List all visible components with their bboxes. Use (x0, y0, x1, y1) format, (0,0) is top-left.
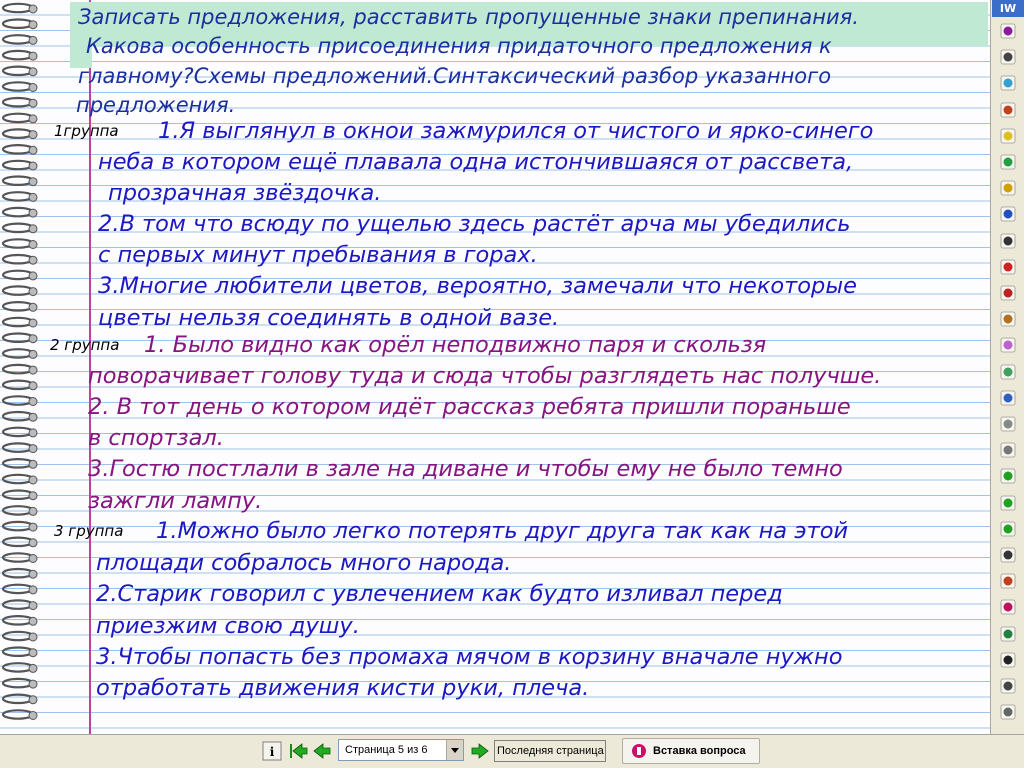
info-icon[interactable]: i (262, 740, 282, 762)
group-2-line-5: 3.Гостю постлали в зале на диване и чтоб… (88, 456, 843, 482)
group-3-line-1: 1.Можно было легко потерять друг друга т… (156, 518, 849, 544)
fill-icon[interactable] (999, 205, 1017, 223)
group-2-line-1: 1. Было видно как орёл неподвижно паря и… (144, 332, 767, 358)
pen-icon[interactable] (999, 22, 1017, 40)
blank-page-icon[interactable] (999, 415, 1017, 433)
bottom-navigation-bar: i Страница 5 из 6 Последняя страница Вст… (0, 734, 1024, 768)
undo-icon[interactable] (999, 258, 1017, 276)
notebook-spiral-binding (1, 2, 38, 720)
group-2-line-2: поворачивает голову туда и сюда чтобы ра… (88, 363, 882, 389)
stamp-icon[interactable] (999, 310, 1017, 328)
group-3-label: 3 группа (54, 522, 124, 540)
page-select-value: Страница 5 из 6 (345, 744, 428, 756)
group-1-line-2: неба в котором ещё плавала одна истончив… (98, 149, 854, 175)
reveal-icon[interactable] (999, 467, 1017, 485)
highlighter-icon[interactable] (999, 127, 1017, 145)
previous-page-icon[interactable] (312, 740, 332, 762)
group-1-line-1: 1.Я выглянул в окнои зажмурился от чисто… (158, 118, 874, 144)
group-3-line-3: 2.Старик говорил с увлечением как будто … (96, 581, 783, 607)
group-1-line-5: с первых минут пребывания в горах. (98, 242, 538, 268)
zoom-icon[interactable] (999, 389, 1017, 407)
insert-question-button[interactable]: Вставка вопроса (622, 738, 760, 764)
group-1-line-7: цветы нельзя соединять в одной вазе. (98, 305, 560, 331)
more-icon[interactable] (999, 703, 1017, 721)
wand-icon[interactable] (999, 336, 1017, 354)
header-line-3: главному?Схемы предложений.Синтаксически… (78, 64, 832, 88)
line-width-icon[interactable] (999, 101, 1017, 119)
back-arrow-icon[interactable] (999, 494, 1017, 512)
group-3-line-5: 3.Чтобы попасть без промаха мячом в корз… (96, 644, 843, 670)
next-page-icon[interactable] (470, 740, 490, 762)
flipchart-page: Записать предложения, расставить пропуще… (0, 0, 990, 734)
group-2-line-3: 2. В тот день о котором идёт рассказ реб… (88, 394, 851, 420)
svg-text:i: i (270, 745, 275, 759)
last-page-label: Последняя страница (497, 745, 604, 757)
forward-arrow-icon[interactable] (999, 520, 1017, 538)
voting-icon (632, 744, 646, 758)
chevron-down-icon[interactable] (446, 740, 463, 760)
page-select[interactable]: Страница 5 из 6 (338, 739, 464, 761)
delete-icon[interactable] (999, 284, 1017, 302)
header-line-2: Какова особенность присоединения придато… (86, 34, 832, 58)
info-icon[interactable] (999, 598, 1017, 616)
header-line-1: Записать предложения, расставить пропуще… (78, 5, 859, 29)
grid-page-icon[interactable] (999, 441, 1017, 459)
toolbar-header[interactable]: IW (992, 0, 1024, 17)
toolbox-icon[interactable] (999, 572, 1017, 590)
group-2-line-4: в спортзал. (88, 425, 224, 451)
group-2-label: 2 группа (50, 336, 120, 354)
group-1-line-6: 3.Многие любители цветов, вероятно, заме… (98, 273, 857, 299)
group-1-line-4: 2.В том что всюду по ущелью здесь растёт… (98, 211, 851, 237)
group-1-line-3: прозрачная звёздочка. (108, 180, 382, 206)
last-page-button[interactable]: Последняя страница (494, 740, 606, 762)
first-page-icon[interactable] (288, 740, 308, 762)
page-sorter-icon[interactable] (999, 546, 1017, 564)
capture-icon[interactable] (999, 363, 1017, 381)
header-line-4: предложения. (76, 93, 236, 117)
group-3-line-4: приезжим свою душу. (96, 613, 360, 639)
pointer-icon[interactable] (999, 232, 1017, 250)
group-2-line-6: зажгли лампу. (88, 488, 263, 514)
keyboard-icon[interactable] (999, 677, 1017, 695)
text-icon[interactable] (999, 651, 1017, 669)
insert-question-label: Вставка вопроса (653, 745, 746, 757)
group-3-line-6: отработать движения кисти руки, плеча. (96, 675, 590, 701)
magic-pen-icon[interactable] (999, 153, 1017, 171)
pencil-icon[interactable] (999, 179, 1017, 197)
group-1-label: 1группа (54, 122, 119, 140)
group-3-line-2: площади собралось много народа. (96, 550, 512, 576)
mouse-icon[interactable] (999, 48, 1017, 66)
right-toolbar: IW (990, 0, 1024, 734)
color-picker-icon[interactable] (999, 74, 1017, 92)
marker-icon[interactable] (999, 625, 1017, 643)
